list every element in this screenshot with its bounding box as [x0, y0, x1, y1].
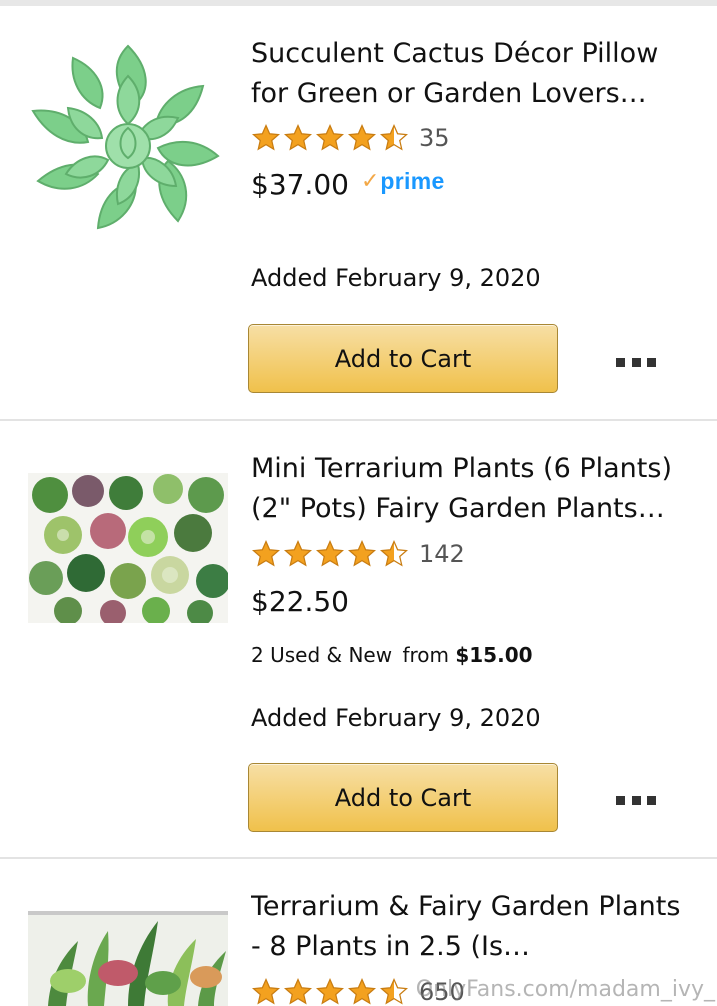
dot: [631, 795, 641, 805]
title-line: Succulent Cactus Décor Pillow: [251, 38, 659, 69]
title-line: Terrarium & Fairy Garden Plants: [251, 891, 681, 922]
review-count[interactable]: 35: [419, 124, 450, 152]
dot: [647, 357, 656, 367]
half-star-icon: [379, 539, 409, 567]
price-row: $22.50: [251, 585, 349, 618]
product-title[interactable]: Mini Terrarium Plants (6 Plants) (2" Pot…: [251, 449, 696, 529]
star-rating: [251, 123, 409, 153]
rating[interactable]: 35: [251, 122, 450, 154]
star-icon: [315, 539, 345, 567]
title-line: (2" Pots) Fairy Garden Plants…: [251, 493, 665, 524]
star-icon: [251, 123, 281, 151]
title-line: Mini Terrarium Plants (6 Plants): [251, 453, 672, 484]
watermark: OnlyFans.com/madam_ivy_: [415, 977, 715, 1002]
star-rating: [251, 539, 409, 569]
review-count[interactable]: 142: [419, 540, 465, 568]
star-icon: [315, 977, 345, 1005]
star-icon: [251, 539, 281, 567]
used-and-new-offers[interactable]: 2 Used & New from $15.00: [251, 643, 533, 667]
add-to-cart-button[interactable]: Add to Cart: [248, 763, 558, 832]
product-image-terrarium-plants[interactable]: [28, 473, 228, 623]
product-title[interactable]: Terrarium & Fairy Garden Plants - 8 Plan…: [251, 887, 696, 967]
prime-badge: ✓ prime: [361, 168, 445, 195]
wishlist-item: Succulent Cactus Décor Pillow for Green …: [0, 6, 717, 420]
from-label: from: [402, 643, 449, 667]
dot: [616, 795, 625, 805]
title-line: for Green or Garden Lovers…: [251, 78, 647, 109]
star-icon: [251, 977, 281, 1005]
prime-label: prime: [380, 168, 445, 194]
product-image-succulent-pillow[interactable]: [28, 36, 228, 236]
half-star-icon: [379, 123, 409, 151]
dot: [631, 357, 641, 367]
product-title[interactable]: Succulent Cactus Décor Pillow for Green …: [251, 34, 696, 114]
more-options-icon[interactable]: [614, 790, 658, 810]
product-image-potted-plants[interactable]: [28, 911, 228, 1006]
added-date: Added February 9, 2020: [251, 704, 541, 732]
added-date: Added February 9, 2020: [251, 264, 541, 292]
star-icon: [315, 123, 345, 151]
from-price: $15.00: [455, 643, 533, 667]
succulent-pillow-image: [31, 44, 220, 230]
star-icon: [283, 977, 313, 1005]
star-rating: [251, 977, 409, 1006]
star-icon: [283, 123, 313, 151]
add-to-cart-button[interactable]: Add to Cart: [248, 324, 558, 393]
price: $22.50: [251, 585, 349, 618]
prime-check-icon: ✓: [360, 169, 380, 194]
terrarium-plants-image: [28, 473, 228, 623]
potted-plants-image: [28, 911, 228, 1006]
wishlist-item: Mini Terrarium Plants (6 Plants) (2" Pot…: [0, 421, 717, 858]
star-icon: [347, 977, 377, 1005]
star-icon: [347, 123, 377, 151]
star-icon: [283, 539, 313, 567]
more-options-icon[interactable]: [614, 352, 658, 372]
price: $37.00: [251, 168, 349, 201]
dot: [647, 795, 656, 805]
price-row: $37.00 ✓ prime: [251, 168, 445, 201]
half-star-icon: [379, 977, 409, 1005]
used-new-label: 2 Used & New: [251, 643, 393, 667]
star-icon: [347, 539, 377, 567]
rating[interactable]: 142: [251, 538, 465, 570]
title-line: - 8 Plants in 2.5 (Is…: [251, 931, 531, 962]
dot: [616, 357, 625, 367]
